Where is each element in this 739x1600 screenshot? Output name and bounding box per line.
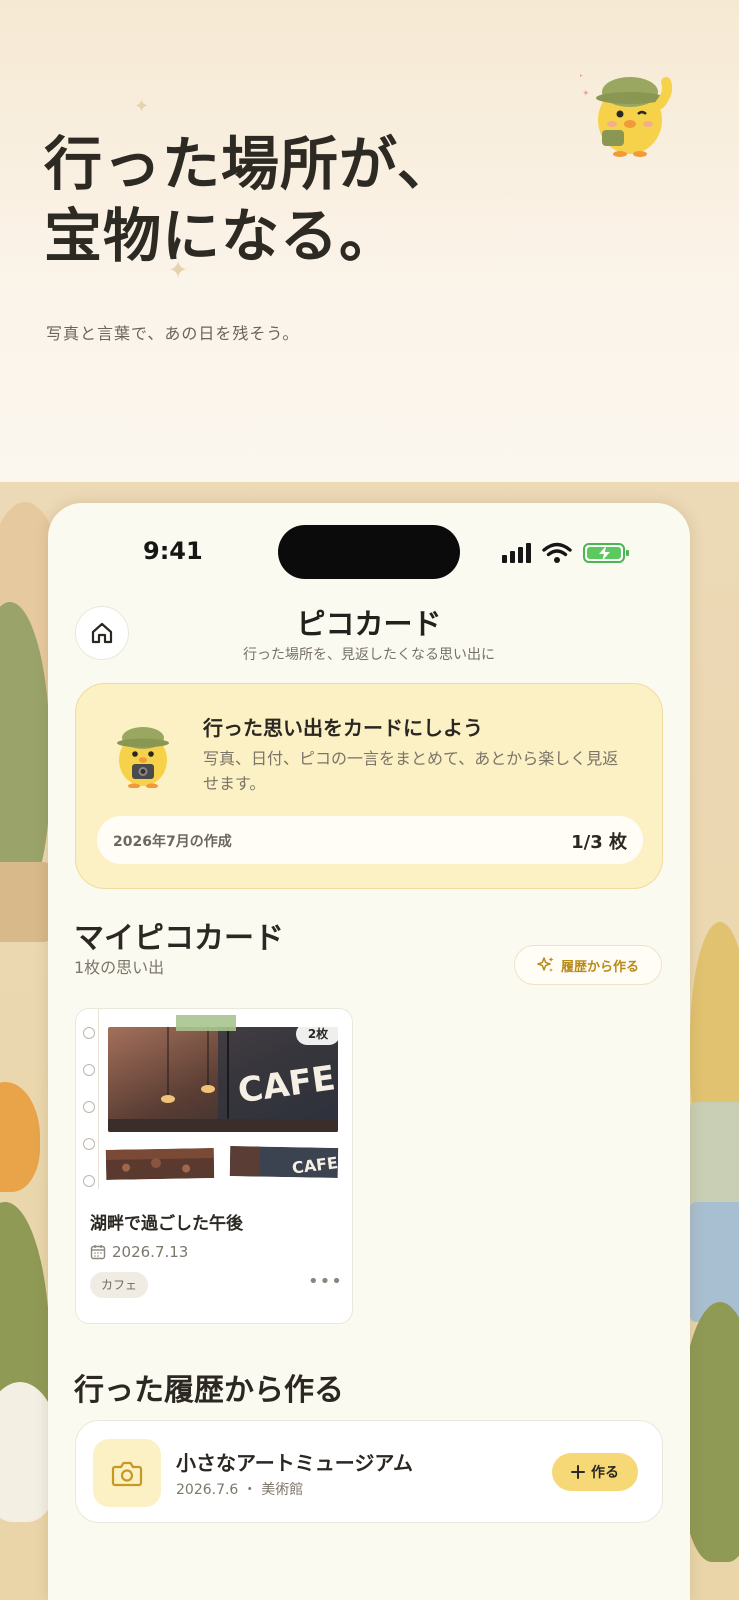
memory-card-tag: カフェ bbox=[90, 1272, 149, 1298]
svg-text:✦: ✦ bbox=[582, 89, 590, 99]
create-from-history-button[interactable]: 履歴から作る bbox=[514, 945, 662, 985]
notebook-ring bbox=[83, 1138, 95, 1150]
app-subtitle: 行った場所を、見返したくなる思い出に bbox=[243, 647, 495, 663]
dynamic-island bbox=[278, 525, 460, 579]
washi-tape bbox=[176, 1015, 236, 1031]
notebook-ring bbox=[83, 1175, 95, 1187]
status-icons bbox=[502, 542, 629, 563]
hero-subtitle: 写真と言葉で、あの日を残そう。 bbox=[46, 324, 300, 343]
plus-icon bbox=[571, 1465, 585, 1479]
memory-photo-thumb bbox=[105, 1148, 215, 1180]
memory-card-date-text: 2026.7.13 bbox=[112, 1243, 189, 1261]
calendar-icon bbox=[90, 1245, 106, 1260]
my-cards-count: 1枚の思い出 bbox=[74, 958, 165, 977]
intro-body: 写真、日付、ピコの一言をまとめて、あとから楽しく見返せます。 bbox=[203, 749, 619, 793]
history-item[interactable]: 小さなアートミュージアム 2026.7.6 ・ 美術館 作る bbox=[75, 1420, 663, 1523]
hero-title: 行った場所が、 宝物になる。 bbox=[44, 128, 456, 272]
battery-charging-icon bbox=[583, 543, 629, 563]
more-options-icon[interactable]: ••• bbox=[308, 1271, 343, 1292]
intro-title: 行った思い出をカードにしよう bbox=[203, 716, 483, 740]
create-card-button[interactable]: 作る bbox=[552, 1453, 638, 1491]
my-cards-title: マイピコカード bbox=[74, 921, 284, 956]
wifi-icon bbox=[542, 542, 572, 563]
create-from-history-label: 履歴から作る bbox=[560, 959, 639, 975]
signal-icon bbox=[502, 543, 531, 563]
notebook-spine bbox=[98, 1009, 99, 1189]
hero-section: ✦ ✦ 行った場所が、 宝物になる。 写真と言葉で、あの日を残そう。 ✦ ✦ bbox=[0, 0, 739, 482]
notebook-ring bbox=[83, 1064, 95, 1076]
status-time: 9:41 bbox=[143, 537, 203, 565]
usage-label: 2026年7月の作成 bbox=[113, 834, 232, 850]
monthly-usage-bar: 2026年7月の作成 1/3 枚 bbox=[97, 816, 643, 864]
history-item-meta: 2026.7.6 ・ 美術館 bbox=[176, 1482, 304, 1498]
memory-card-title: 湖畔で過ごした午後 bbox=[90, 1214, 243, 1234]
memory-photo-thumb: CAFE bbox=[229, 1146, 338, 1178]
usage-count: 1/3 枚 bbox=[571, 832, 627, 853]
hero-title-line1: 行った場所が、 bbox=[44, 130, 456, 198]
hero-title-line2: 宝物になる。 bbox=[44, 202, 399, 270]
chick-camera-mascot-icon bbox=[117, 727, 169, 788]
history-item-name: 小さなアートミュージアム bbox=[176, 1451, 413, 1475]
history-item-icon-box bbox=[93, 1439, 161, 1507]
history-section-title: 行った履歴から作る bbox=[74, 1373, 344, 1408]
memory-card[interactable]: CAFE 2枚 CAFE 湖畔で過ごした午後 2026.7.13 カフェ ••• bbox=[75, 1008, 353, 1324]
svg-text:✦: ✦ bbox=[580, 69, 584, 83]
photo-count-badge: 2枚 bbox=[296, 1023, 340, 1045]
create-card-label: 作る bbox=[591, 1465, 619, 1481]
notebook-ring bbox=[83, 1027, 95, 1039]
app-title: ピコカード bbox=[296, 607, 442, 641]
sparkle-icon: ✦ bbox=[134, 96, 150, 117]
memory-card-date: 2026.7.13 bbox=[90, 1243, 188, 1261]
camera-icon bbox=[111, 1461, 143, 1487]
intro-card: 行った思い出をカードにしよう 写真、日付、ピコの一言をまとめて、あとから楽しく見… bbox=[75, 683, 663, 889]
chick-mascot-icon: ✦ ✦ bbox=[580, 69, 673, 157]
sparkles-icon bbox=[537, 957, 554, 972]
notebook-ring bbox=[83, 1101, 95, 1113]
phone-screen: 9:41 ピコカード 行った場所を、見返したくなる思い出に 行った思い出をカード… bbox=[48, 503, 690, 1600]
